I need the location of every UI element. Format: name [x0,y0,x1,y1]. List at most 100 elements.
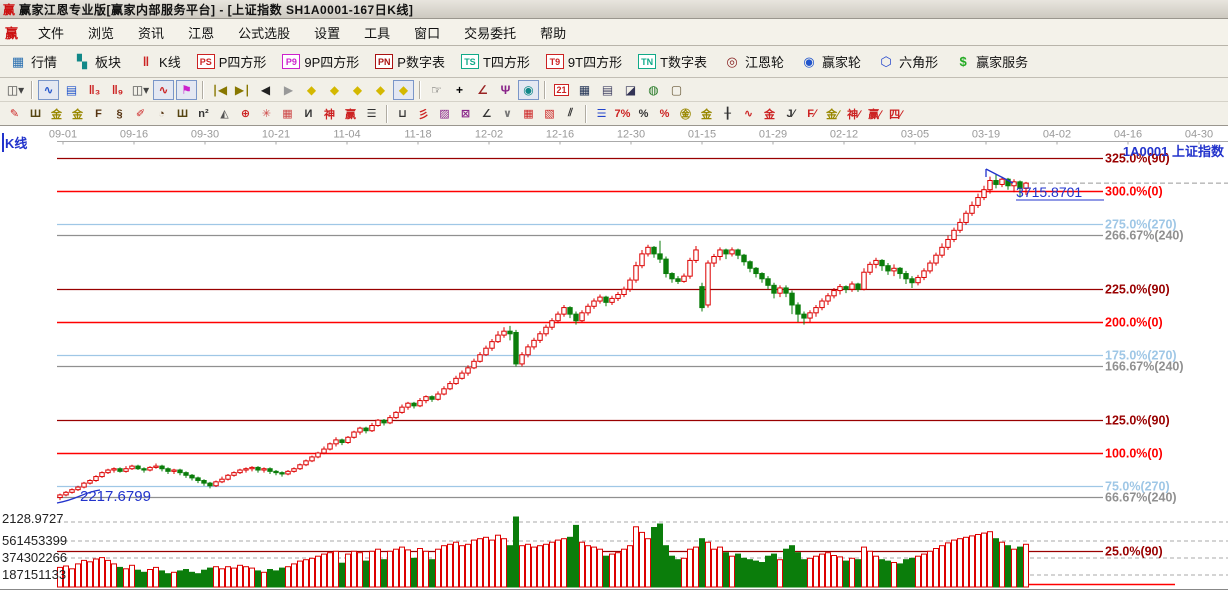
j-angle-icon[interactable]: J∕ [781,104,800,124]
angle-lines-icon[interactable]: ∠ [477,104,496,124]
circle-gauge-icon[interactable]: ◔ [152,104,171,124]
candle-body [388,418,392,423]
last-bar-icon[interactable]: ▶∣ [232,80,253,100]
comb-1-icon[interactable]: Ш [26,104,45,124]
a-wave-icon[interactable]: ∿ [739,104,758,124]
percent-icon[interactable]: % [634,104,653,124]
toolbar-button-9T四方形[interactable]: T99T四方形 [541,50,627,73]
prev-bar-icon[interactable]: ◀ [255,80,276,100]
comb-n2-icon[interactable]: n² [194,104,213,124]
toolbar-button-赢家轮[interactable]: ◉赢家轮 [795,50,866,73]
grid-red-icon[interactable]: ▦ [519,104,538,124]
menu-item-0[interactable]: 文件 [26,20,76,45]
menu-item-9[interactable]: 帮助 [528,20,578,45]
candle-style-dropdown-icon[interactable]: ◫▾ [5,80,26,100]
spiral-icon[interactable]: § [110,104,129,124]
starburst-icon[interactable]: ✳ [257,104,276,124]
shen-angle-icon[interactable]: 神∕ [844,104,863,124]
toolbar-button-K线[interactable]: ‖K线 [132,50,186,73]
toolbar-button-赢家服务[interactable]: $赢家服务 [949,50,1033,73]
bar-chart-9-icon[interactable]: ‖₉ [107,80,128,100]
crosshair-icon[interactable]: + [449,80,470,100]
web-share-icon[interactable]: ◍ [643,80,664,100]
level-list-icon[interactable]: ☰ [592,104,611,124]
gold-circle-icon[interactable]: ㊎ [676,104,695,124]
drag-hand-icon[interactable]: ☞ [426,80,447,100]
v-dotted-icon[interactable]: ∨ [498,104,517,124]
candle-width-dropdown-icon[interactable]: ◫▾ [130,80,151,100]
volume-bar [898,564,903,587]
toolbar-button-P四方形[interactable]: PSP四方形 [192,50,272,73]
x-box-icon[interactable]: ⊠ [456,104,475,124]
menu-item-7[interactable]: 窗口 [402,20,452,45]
comb-2-icon[interactable]: Ш [173,104,192,124]
toolbar-button-板块[interactable]: ▚板块 [68,50,126,73]
angle-measure-icon[interactable]: ∠ [472,80,493,100]
candle-body [424,397,428,401]
fan-box-icon[interactable]: ▨ [435,104,454,124]
menu-item-2[interactable]: 资讯 [126,20,176,45]
comb-gold-2-icon[interactable]: 金 [68,104,87,124]
menu-bar: 赢 文件浏览资讯江恩公式选股设置工具窗口交易委托帮助 [0,19,1228,46]
zigzag-chart-icon[interactable]: ∿ [38,80,59,100]
bar-chart-3-icon[interactable]: ‖₃ [84,80,105,100]
percent-strike-icon[interactable]: 7% [613,104,632,124]
gold-box-icon[interactable]: 金 [760,104,779,124]
toolbar-button-9P四方形[interactable]: P99P四方形 [277,50,364,73]
toolbar-button-行情[interactable]: ▦行情 [4,50,62,73]
slant-lines-icon[interactable]: ⫽ [561,104,580,124]
zoom-in-icon[interactable]: ◆ [370,80,391,100]
target-icon[interactable]: ⊕ [236,104,255,124]
bars-pen-icon[interactable]: ╂ [718,104,737,124]
ying-angle-icon[interactable]: 赢∕ [865,104,884,124]
toolbar-button-P数字表[interactable]: PNP数字表 [370,50,450,73]
menu-item-1[interactable]: 浏览 [76,20,126,45]
ying-tool-icon[interactable]: 赢 [341,104,360,124]
anchor-tool-icon[interactable]: Ψ [495,80,516,100]
flag-icon[interactable]: ⚑ [176,80,197,100]
next-bar-icon[interactable]: ▶ [278,80,299,100]
menu-item-8[interactable]: 交易委托 [452,20,528,45]
notepad-icon[interactable]: ▤ [597,80,618,100]
zoom-left-icon[interactable]: ◆ [301,80,322,100]
menu-item-5[interactable]: 设置 [302,20,352,45]
percent-bar-icon[interactable]: % [655,104,674,124]
pitchfork-icon[interactable]: И [299,104,318,124]
wave-box-icon[interactable]: ∿ [153,80,174,100]
clipboard-icon[interactable]: ▤ [61,80,82,100]
grid-box-icon[interactable]: ▦ [278,104,297,124]
calendar-icon[interactable]: 21 [551,80,572,100]
candle-body [490,342,494,349]
grid-arrow-icon[interactable]: ▧ [540,104,559,124]
shen-tool-icon[interactable]: 神 [320,104,339,124]
ruler-123-icon[interactable]: ☰ [362,104,381,124]
save-icon[interactable]: ◪ [620,80,641,100]
toolbar-button-江恩轮[interactable]: ◎江恩轮 [718,50,789,73]
si-angle-icon[interactable]: 四∕ [886,104,905,124]
box-ruler-icon[interactable]: ⊔ [393,104,412,124]
gold-bars-icon[interactable]: 金 [697,104,716,124]
f-angle-icon[interactable]: F∕ [802,104,821,124]
marker-icon[interactable]: ✐ [131,104,150,124]
calculator-icon[interactable]: ▦ [574,80,595,100]
toolbar-button-T四方形[interactable]: TST四方形 [456,50,535,73]
first-bar-icon[interactable]: ∣◀ [209,80,230,100]
candle-body [640,254,644,266]
zoom-fit-icon[interactable]: ◆ [393,80,414,100]
zoom-out-icon[interactable]: ◆ [347,80,368,100]
comb-f-icon[interactable]: F [89,104,108,124]
comb-gold-1-icon[interactable]: 金 [47,104,66,124]
toolbar-button-六角形[interactable]: ⬡六角形 [872,50,943,73]
gold-angle-icon[interactable]: 金∕ [823,104,842,124]
remote-computer-icon[interactable]: ▢ [666,80,687,100]
chart-canvas[interactable]: 325.0%(90)300.0%(0)275.0%(270)266.67%(24… [0,126,1228,591]
menu-item-3[interactable]: 江恩 [176,20,226,45]
menu-item-6[interactable]: 工具 [352,20,402,45]
zoom-right-icon[interactable]: ◆ [324,80,345,100]
triangle-tool-icon[interactable]: ◭ [215,104,234,124]
gann-pen-icon[interactable]: ✎ [5,104,24,124]
fan-lines-icon[interactable]: 彡 [414,104,433,124]
toolbar-button-T数字表[interactable]: TNT数字表 [633,50,712,73]
pattern-box-icon[interactable]: ◉ [518,80,539,100]
menu-item-4[interactable]: 公式选股 [226,20,302,45]
